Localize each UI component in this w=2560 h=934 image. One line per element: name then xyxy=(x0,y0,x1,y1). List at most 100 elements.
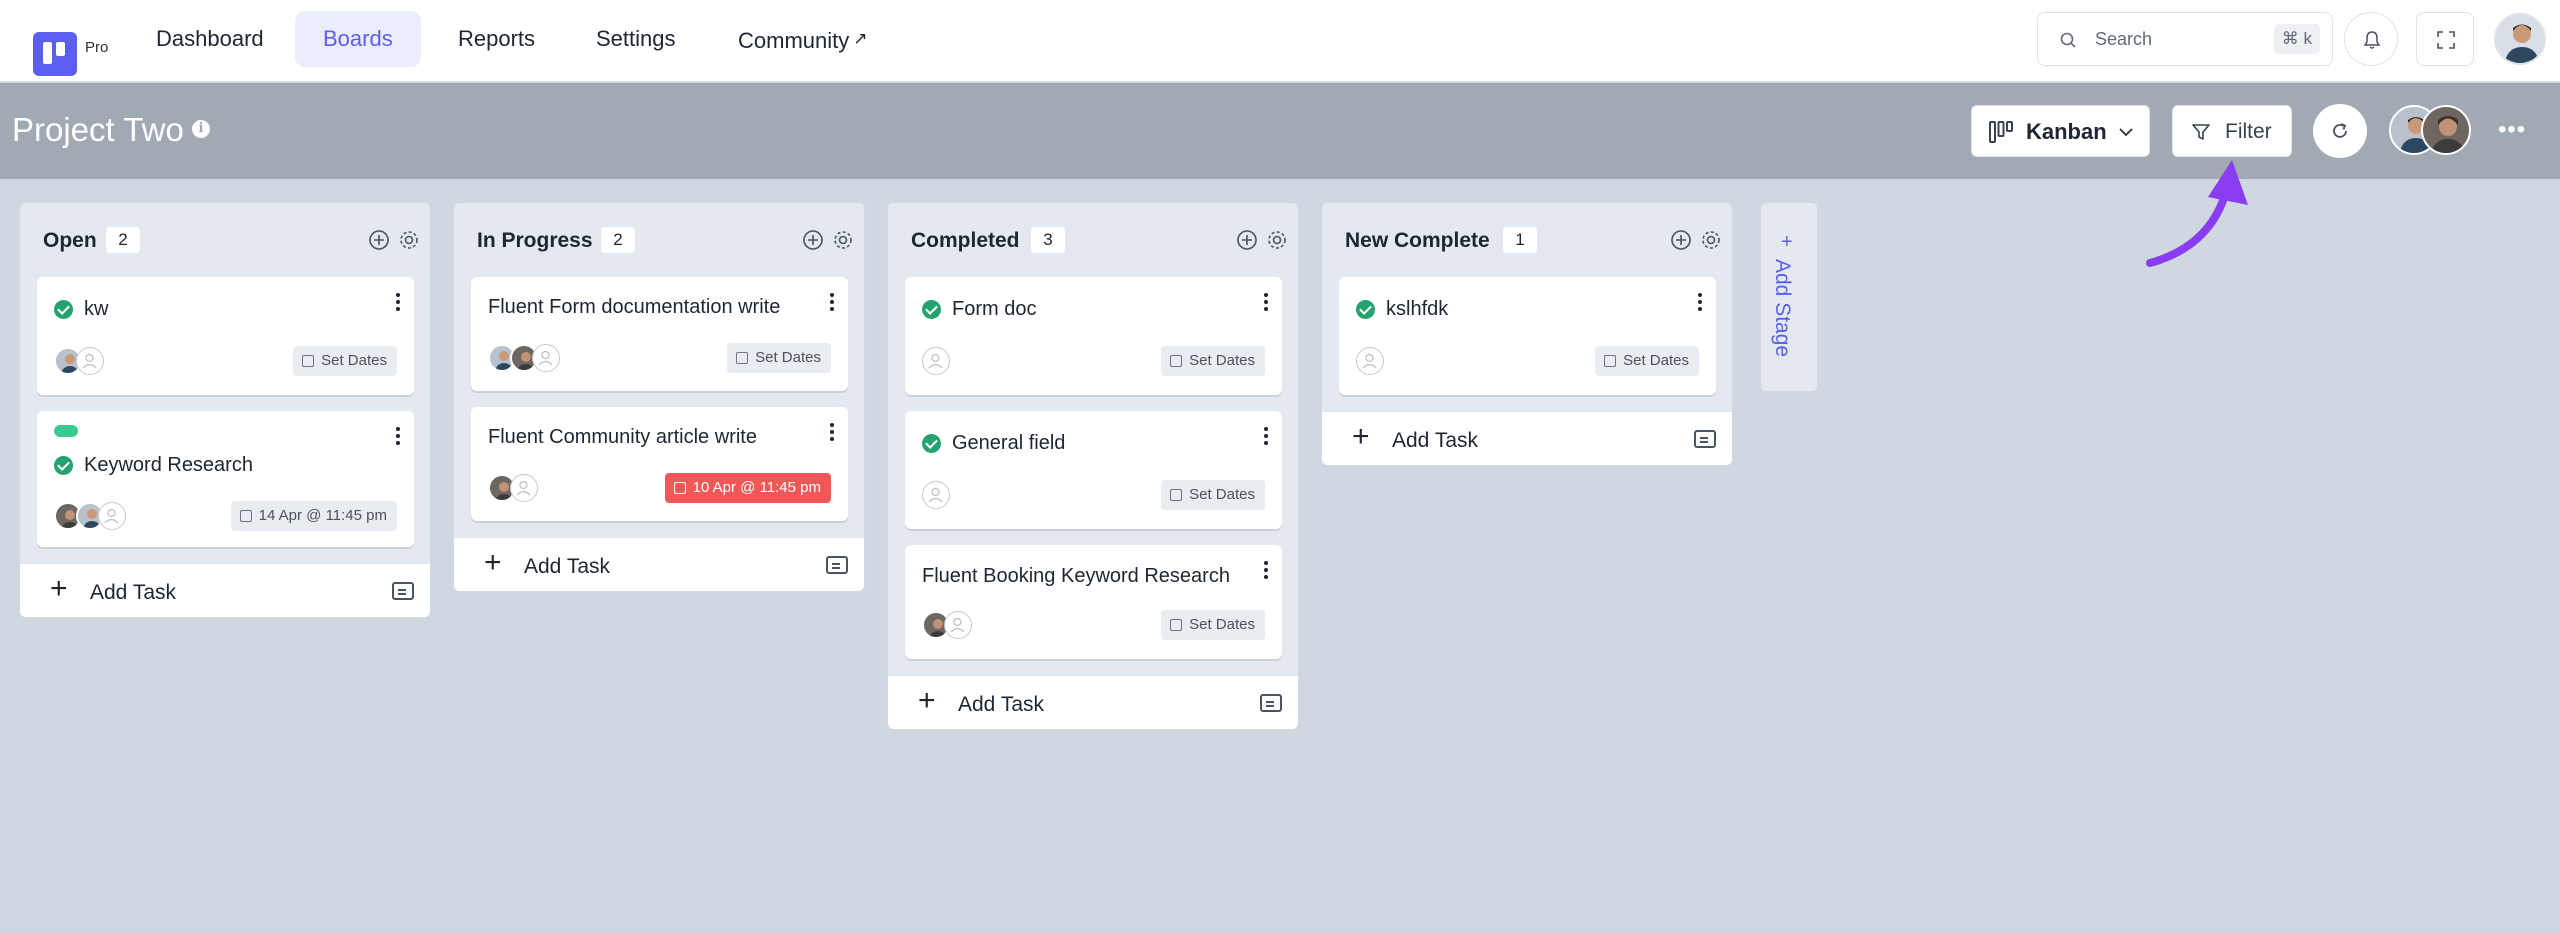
task-assignees[interactable] xyxy=(922,347,1022,377)
add-task-button[interactable]: Add Task xyxy=(958,693,1044,717)
filter-label: Filter xyxy=(2225,120,2272,143)
add-task-icon[interactable] xyxy=(368,229,390,251)
set-dates-button[interactable]: Set Dates xyxy=(1161,610,1265,640)
task-menu-icon[interactable] xyxy=(1264,293,1268,314)
page-title: Project Two xyxy=(12,111,184,148)
app-logo[interactable] xyxy=(33,32,77,76)
add-assignee-icon[interactable] xyxy=(1356,347,1384,375)
task-menu-icon[interactable] xyxy=(1264,561,1268,582)
task-assignees[interactable] xyxy=(922,611,1022,641)
task-title: Keyword Research xyxy=(84,454,253,476)
search-input[interactable]: Search ⌘ k xyxy=(2037,12,2333,66)
add-task-button[interactable]: Add Task xyxy=(524,555,610,579)
task-title: Fluent Form documentation write xyxy=(488,296,781,318)
add-task-row[interactable]: + Add Task xyxy=(1322,411,1732,465)
stage-header: Open 2 xyxy=(20,203,430,277)
filter-button[interactable]: Filter xyxy=(2172,105,2292,157)
task-menu-icon[interactable] xyxy=(830,423,834,444)
add-task-row[interactable]: + Add Task xyxy=(20,563,430,617)
add-assignee-icon[interactable] xyxy=(922,481,950,509)
task-menu-icon[interactable] xyxy=(396,293,400,314)
add-assignee-icon[interactable] xyxy=(532,344,560,372)
task-assignees[interactable] xyxy=(922,481,1022,511)
task-card[interactable]: Keyword Research 14 Apr @ 11:45 pm xyxy=(37,411,414,547)
task-template-icon[interactable] xyxy=(392,582,414,600)
top-navigation: Pro Dashboard Boards Reports Settings Co… xyxy=(0,0,2560,82)
add-task-button[interactable]: Add Task xyxy=(1392,429,1478,453)
set-dates-button[interactable]: Set Dates xyxy=(1161,346,1265,376)
task-card[interactable]: Form doc Set Dates xyxy=(905,277,1282,395)
nav-boards[interactable]: Boards xyxy=(295,11,421,67)
add-assignee-icon[interactable] xyxy=(510,474,538,502)
stage-settings-gear-icon[interactable] xyxy=(1266,229,1288,251)
completed-check-icon[interactable] xyxy=(922,300,941,319)
task-title: kslhfdk xyxy=(1386,298,1449,320)
task-menu-icon[interactable] xyxy=(1264,427,1268,448)
stage-task-count: 2 xyxy=(106,227,140,253)
kanban-icon xyxy=(1989,121,2013,143)
notifications-button[interactable] xyxy=(2344,12,2398,66)
fullscreen-button[interactable] xyxy=(2416,12,2474,66)
add-task-icon[interactable] xyxy=(1236,229,1258,251)
nav-settings[interactable]: Settings xyxy=(568,11,704,67)
task-card[interactable]: Fluent Community article write 10 Apr @ … xyxy=(471,407,848,521)
task-menu-icon[interactable] xyxy=(830,293,834,314)
add-assignee-icon[interactable] xyxy=(76,347,104,375)
nav-reports[interactable]: Reports xyxy=(430,11,563,67)
task-template-icon[interactable] xyxy=(1694,430,1716,448)
stage-column-completed: Completed 3 Form doc Set Dates General f… xyxy=(887,202,1299,730)
task-card[interactable]: kslhfdk Set Dates xyxy=(1339,277,1716,395)
add-assignee-icon[interactable] xyxy=(98,502,126,530)
task-assignees[interactable] xyxy=(488,344,588,374)
completed-check-icon[interactable] xyxy=(1356,300,1375,319)
task-assignees[interactable] xyxy=(54,502,154,532)
nav-dashboard[interactable]: Dashboard xyxy=(128,11,292,67)
task-card[interactable]: General field Set Dates xyxy=(905,411,1282,529)
task-card[interactable]: kw Set Dates xyxy=(37,277,414,395)
task-menu-icon[interactable] xyxy=(396,427,400,448)
task-menu-icon[interactable] xyxy=(1698,293,1702,314)
board-members[interactable] xyxy=(2389,105,2473,157)
set-dates-button[interactable]: Set Dates xyxy=(1161,480,1265,510)
date-label: Set Dates xyxy=(1623,352,1689,369)
user-avatar[interactable] xyxy=(2494,13,2546,65)
task-template-icon[interactable] xyxy=(1260,694,1282,712)
completed-check-icon[interactable] xyxy=(54,300,73,319)
nav-community[interactable]: Community ↗ xyxy=(710,11,896,67)
add-task-button[interactable]: Add Task xyxy=(90,581,176,605)
fullscreen-icon xyxy=(2437,31,2455,49)
completed-check-icon[interactable] xyxy=(54,456,73,475)
set-dates-button[interactable]: Set Dates xyxy=(293,346,397,376)
task-template-icon[interactable] xyxy=(826,556,848,574)
stage-settings-gear-icon[interactable] xyxy=(832,229,854,251)
add-assignee-icon[interactable] xyxy=(944,611,972,639)
add-task-row[interactable]: + Add Task xyxy=(888,675,1298,729)
stage-settings-gear-icon[interactable] xyxy=(398,229,420,251)
task-assignees[interactable] xyxy=(54,347,154,377)
task-assignees[interactable] xyxy=(488,474,588,504)
task-card[interactable]: Fluent Form documentation write Set Date… xyxy=(471,277,848,391)
set-dates-button[interactable]: Set Dates xyxy=(1595,346,1699,376)
add-task-icon[interactable] xyxy=(802,229,824,251)
info-icon[interactable]: i xyxy=(192,120,210,138)
stage-title: Open xyxy=(43,229,97,252)
add-task-icon[interactable] xyxy=(1670,229,1692,251)
add-stage-button[interactable]: + Add Stage xyxy=(1760,202,1818,392)
stage-settings-gear-icon[interactable] xyxy=(1700,229,1722,251)
more-options-icon[interactable]: ••• xyxy=(2498,118,2526,142)
refresh-button[interactable] xyxy=(2313,104,2367,158)
set-dates-button[interactable]: Set Dates xyxy=(727,343,831,373)
add-assignee-icon[interactable] xyxy=(922,347,950,375)
member-avatar xyxy=(2421,105,2471,155)
add-task-row[interactable]: + Add Task xyxy=(454,537,864,591)
overdue-date-badge[interactable]: 10 Apr @ 11:45 pm xyxy=(664,473,831,503)
task-assignees[interactable] xyxy=(1356,347,1456,377)
due-date-badge[interactable]: 14 Apr @ 11:45 pm xyxy=(230,501,397,531)
date-label: 10 Apr @ 11:45 pm xyxy=(692,479,821,496)
date-label: Set Dates xyxy=(321,352,387,369)
date-label: Set Dates xyxy=(755,349,821,366)
task-title: kw xyxy=(84,298,109,320)
completed-check-icon[interactable] xyxy=(922,434,941,453)
task-card[interactable]: Fluent Booking Keyword Research Set Date… xyxy=(905,545,1282,659)
view-switcher-dropdown[interactable]: Kanban xyxy=(1971,105,2150,157)
